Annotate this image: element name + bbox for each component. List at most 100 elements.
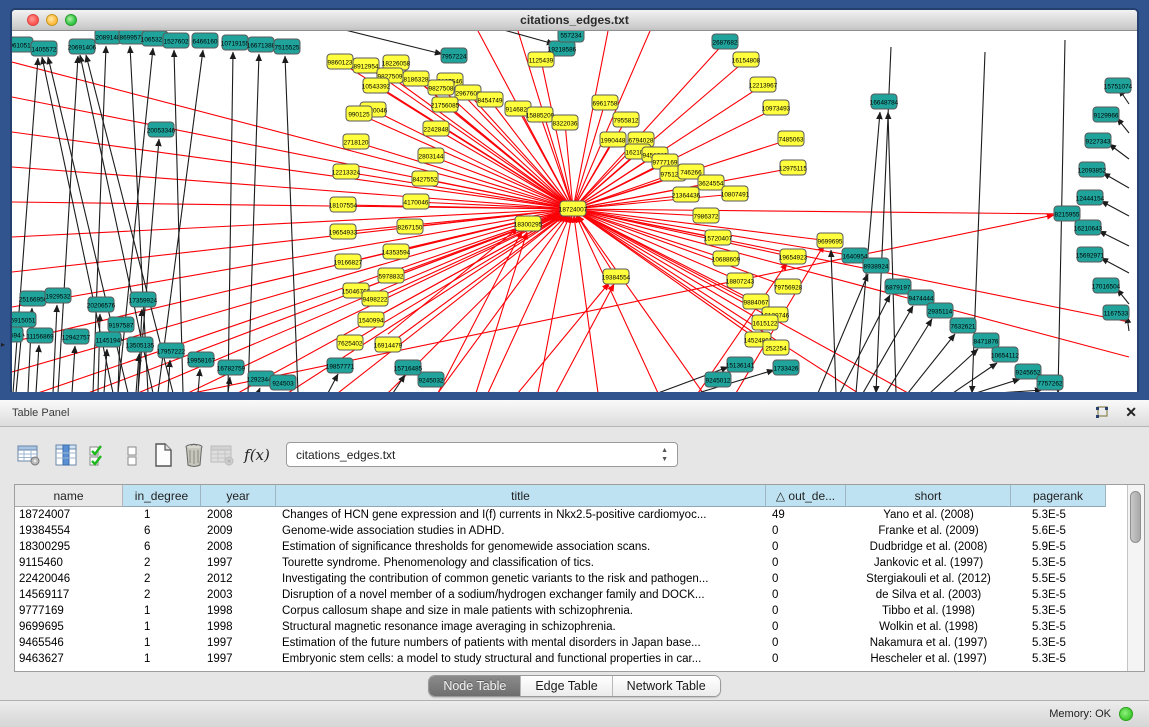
graph-node[interactable]: 12975115 — [779, 160, 807, 175]
graph-node[interactable]: 9245032 — [418, 372, 444, 387]
select-all-icon[interactable] — [86, 441, 112, 469]
cell-out_de[interactable]: 49 — [766, 507, 846, 523]
table-row[interactable]: 1872400712008Changes of HCN gene express… — [15, 507, 1128, 523]
graph-node[interactable]: 20053346 — [147, 122, 176, 137]
graph-node[interactable]: 25166950 — [19, 291, 48, 306]
unselect-icon[interactable] — [119, 441, 145, 469]
graph-node[interactable]: 7515525 — [274, 39, 300, 54]
cell-year[interactable]: 2012 — [201, 571, 276, 587]
select-column-icon[interactable] — [53, 441, 79, 469]
graph-node[interactable]: 19857771 — [326, 358, 355, 373]
network-canvas[interactable]: 9610511405572206914062089148869957710653… — [12, 31, 1137, 392]
table-row[interactable]: 1830029562008Estimation of significance … — [15, 539, 1128, 555]
graph-node[interactable]: 391594 — [12, 327, 23, 342]
cell-out_de[interactable]: 0 — [766, 587, 846, 603]
graph-node[interactable]: 8427552 — [412, 171, 438, 186]
graph-node[interactable]: 18724007 — [559, 201, 588, 216]
graph-node[interactable]: 21364436 — [672, 187, 701, 202]
graph-node[interactable]: 7957224 — [441, 48, 467, 63]
graph-node[interactable]: 12213324 — [332, 164, 361, 179]
cell-title[interactable]: Investigating the contribution of common… — [276, 571, 766, 587]
cell-in_degree[interactable]: 1 — [123, 619, 201, 635]
table-row[interactable]: 977716911998Corpus callosum shape and si… — [15, 603, 1128, 619]
close-icon[interactable]: ✕ — [1125, 404, 1137, 421]
float-window-icon[interactable] — [1095, 406, 1109, 420]
table-selector-dropdown[interactable]: citations_edges.txt ▲▼ — [286, 442, 678, 467]
tab-node-table[interactable]: Node Table — [429, 676, 521, 696]
graph-node[interactable]: 8322036 — [552, 115, 578, 130]
column-header-in_degree[interactable]: in_degree — [123, 485, 201, 507]
graph-node[interactable]: 10973493 — [762, 100, 791, 115]
graph-node[interactable]: 12093852 — [1078, 162, 1107, 177]
graph-node[interactable]: 16210643 — [1074, 220, 1103, 235]
vertical-scrollbar[interactable] — [1127, 485, 1144, 671]
graph-node[interactable]: 7757262 — [1037, 375, 1063, 390]
graph-node[interactable]: 2718120 — [343, 134, 369, 149]
graph-node[interactable]: 8186328 — [403, 71, 429, 86]
new-document-icon[interactable] — [150, 441, 176, 469]
column-header-short[interactable]: short — [846, 485, 1011, 507]
graph-node[interactable]: 20206576 — [87, 297, 116, 312]
graph-node[interactable]: 9827508 — [428, 80, 454, 95]
cell-short[interactable]: Jankovic et al. (1997) — [846, 555, 1011, 571]
graph-node[interactable]: 9245012 — [705, 372, 731, 387]
graph-node[interactable]: 7986372 — [693, 208, 719, 223]
cell-year[interactable]: 2008 — [201, 507, 276, 523]
table-row[interactable]: 969969511998Structural magnetic resonanc… — [15, 619, 1128, 635]
graph-node[interactable]: 18807243 — [726, 273, 755, 288]
column-header-name[interactable]: name — [15, 485, 123, 507]
graph-node[interactable]: 14353594 — [382, 244, 411, 259]
column-header-out_de[interactable]: △ out_de... — [766, 485, 846, 507]
cell-name[interactable]: 9777169 — [15, 603, 123, 619]
graph-node[interactable]: 7625402 — [337, 335, 363, 350]
cell-in_degree[interactable]: 2 — [123, 555, 201, 571]
graph-node[interactable]: 6879197 — [885, 279, 911, 294]
cell-title[interactable]: Tourette syndrome. Phenomenology and cla… — [276, 555, 766, 571]
cell-out_de[interactable]: 0 — [766, 539, 846, 555]
graph-node[interactable]: 252254 — [763, 340, 789, 355]
cell-pagerank[interactable]: 5.3E-5 — [1011, 507, 1106, 523]
tab-edge-table[interactable]: Edge Table — [521, 676, 612, 696]
cell-year[interactable]: 1997 — [201, 555, 276, 571]
graph-node[interactable]: 7632621 — [950, 318, 976, 333]
graph-node[interactable]: 7485063 — [778, 131, 804, 146]
graph-node[interactable]: 10688609 — [712, 251, 741, 266]
graph-node[interactable]: 924503 — [270, 375, 296, 390]
graph-node[interactable]: 9197587 — [108, 317, 134, 332]
cell-pagerank[interactable]: 5.3E-5 — [1011, 651, 1106, 667]
graph-node[interactable]: 8938924 — [863, 258, 889, 273]
graph-node[interactable]: 79756928 — [774, 279, 803, 294]
graph-node[interactable]: 1167533 — [1103, 305, 1129, 320]
graph-node[interactable]: 16782759 — [217, 360, 246, 375]
graph-node[interactable]: 6961758 — [592, 95, 618, 110]
function-builder-icon[interactable]: f(x) — [244, 441, 270, 469]
cell-pagerank[interactable]: 5.6E-5 — [1011, 523, 1106, 539]
graph-node[interactable]: 16671388 — [247, 37, 276, 52]
graph-node[interactable]: 9699695 — [817, 233, 843, 248]
graph-node[interactable]: 2687682 — [712, 34, 738, 49]
cell-pagerank[interactable]: 5.5E-5 — [1011, 571, 1106, 587]
cell-title[interactable]: Estimation of significance thresholds fo… — [276, 539, 766, 555]
table-row[interactable]: 911546021997Tourette syndrome. Phenomeno… — [15, 555, 1128, 571]
cell-year[interactable]: 1997 — [201, 635, 276, 651]
tab-network-table[interactable]: Network Table — [613, 676, 720, 696]
graph-node[interactable]: 12942757 — [62, 329, 91, 344]
cell-name[interactable]: 14569117 — [15, 587, 123, 603]
delete-icon[interactable] — [181, 441, 207, 469]
cell-in_degree[interactable]: 1 — [123, 651, 201, 667]
graph-node[interactable]: 19384554 — [602, 269, 631, 284]
graph-node[interactable]: 1527602 — [163, 33, 189, 48]
table-row[interactable]: 1938455462009Genome-wide association stu… — [15, 523, 1128, 539]
cell-in_degree[interactable]: 1 — [123, 635, 201, 651]
cell-in_degree[interactable]: 2 — [123, 571, 201, 587]
table-row[interactable]: 2242004622012Investigating the contribut… — [15, 571, 1128, 587]
cell-name[interactable]: 9465546 — [15, 635, 123, 651]
graph-node[interactable]: 10654112 — [991, 347, 1019, 362]
cell-short[interactable]: Nakamura et al. (1997) — [846, 635, 1011, 651]
graph-node[interactable]: 17359924 — [129, 292, 158, 307]
graph-node[interactable]: 15692971 — [1076, 247, 1105, 262]
graph-node[interactable]: 11156869 — [26, 328, 54, 343]
graph-node[interactable]: 1929532 — [45, 288, 71, 303]
graph-node[interactable]: 18107554 — [329, 197, 358, 212]
cell-out_de[interactable]: 0 — [766, 603, 846, 619]
